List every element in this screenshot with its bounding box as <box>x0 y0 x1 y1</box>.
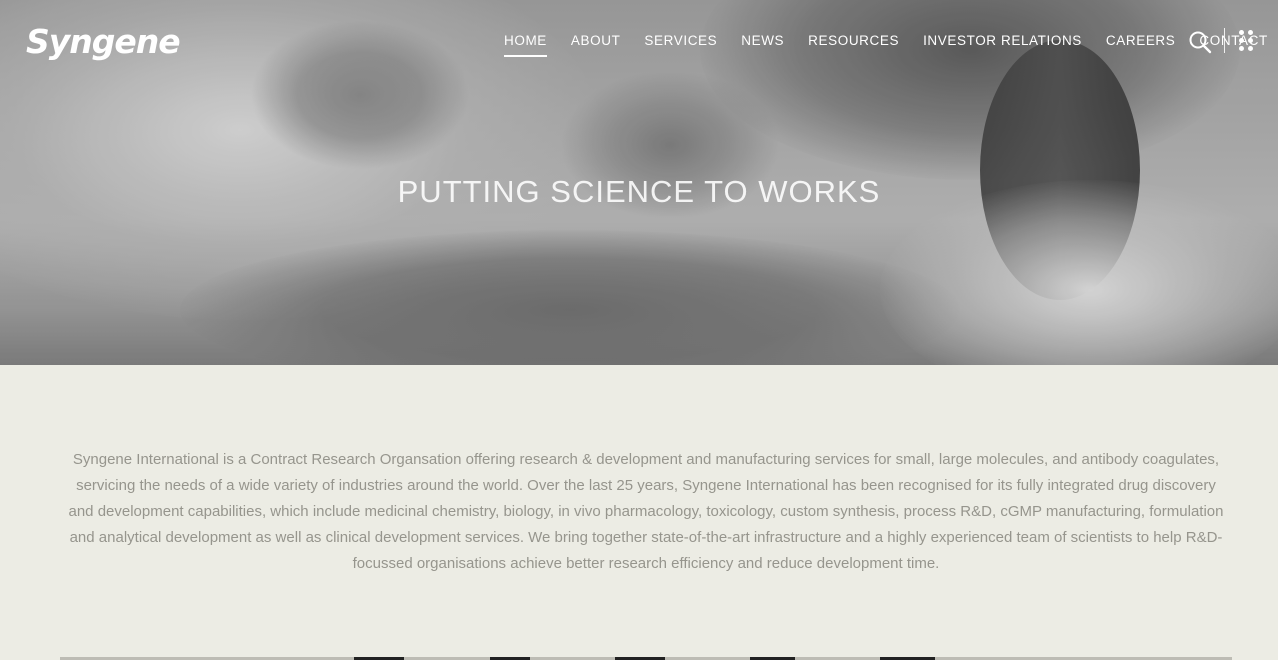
nav-item-resources[interactable]: RESOURCES <box>808 33 899 56</box>
nav-item-news[interactable]: NEWS <box>741 33 784 56</box>
nav-divider <box>1224 28 1225 53</box>
nav-item-careers[interactable]: CAREERS <box>1106 33 1175 56</box>
hero-title: PUTTING SCIENCE TO WORKS <box>397 174 881 209</box>
nav-item-investor-relations[interactable]: INVESTOR RELATIONS <box>923 33 1082 56</box>
grid-dots-icon[interactable] <box>1239 30 1255 52</box>
nav-item-home[interactable]: HOME <box>504 33 547 57</box>
nav-item-about[interactable]: ABOUT <box>571 33 621 56</box>
syngene-logo[interactable]: Syngene <box>26 22 181 61</box>
main-nav: HOME ABOUT SERVICES NEWS RESOURCES INVES… <box>504 33 1278 57</box>
nav-item-services[interactable]: SERVICES <box>644 33 717 56</box>
intro-paragraph: Syngene International is a Contract Rese… <box>68 451 1224 572</box>
search-icon[interactable] <box>1188 30 1212 54</box>
